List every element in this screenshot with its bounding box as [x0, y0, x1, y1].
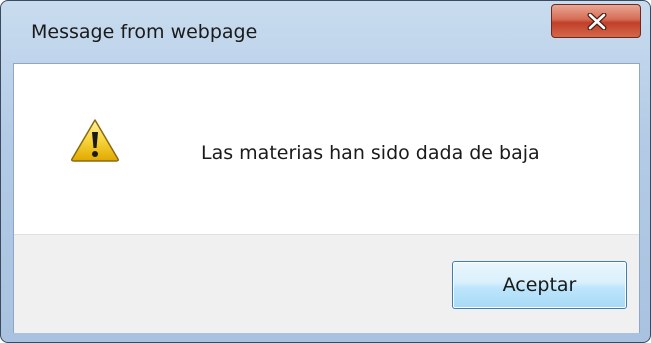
title-bar[interactable]: Message from webpage [1, 1, 650, 63]
close-icon [587, 13, 607, 30]
accept-button[interactable]: Aceptar [452, 261, 627, 309]
warning-icon [71, 119, 119, 162]
dialog-message: Las materias han sido dada de baja [201, 142, 540, 164]
button-area: Aceptar [14, 234, 639, 333]
message-dialog: Message from webpage Las materias han si… [0, 0, 651, 343]
dialog-title: Message from webpage [31, 21, 258, 43]
dialog-body: Las materias han sido dada de baja Acept… [13, 63, 640, 333]
close-button[interactable] [551, 4, 641, 38]
